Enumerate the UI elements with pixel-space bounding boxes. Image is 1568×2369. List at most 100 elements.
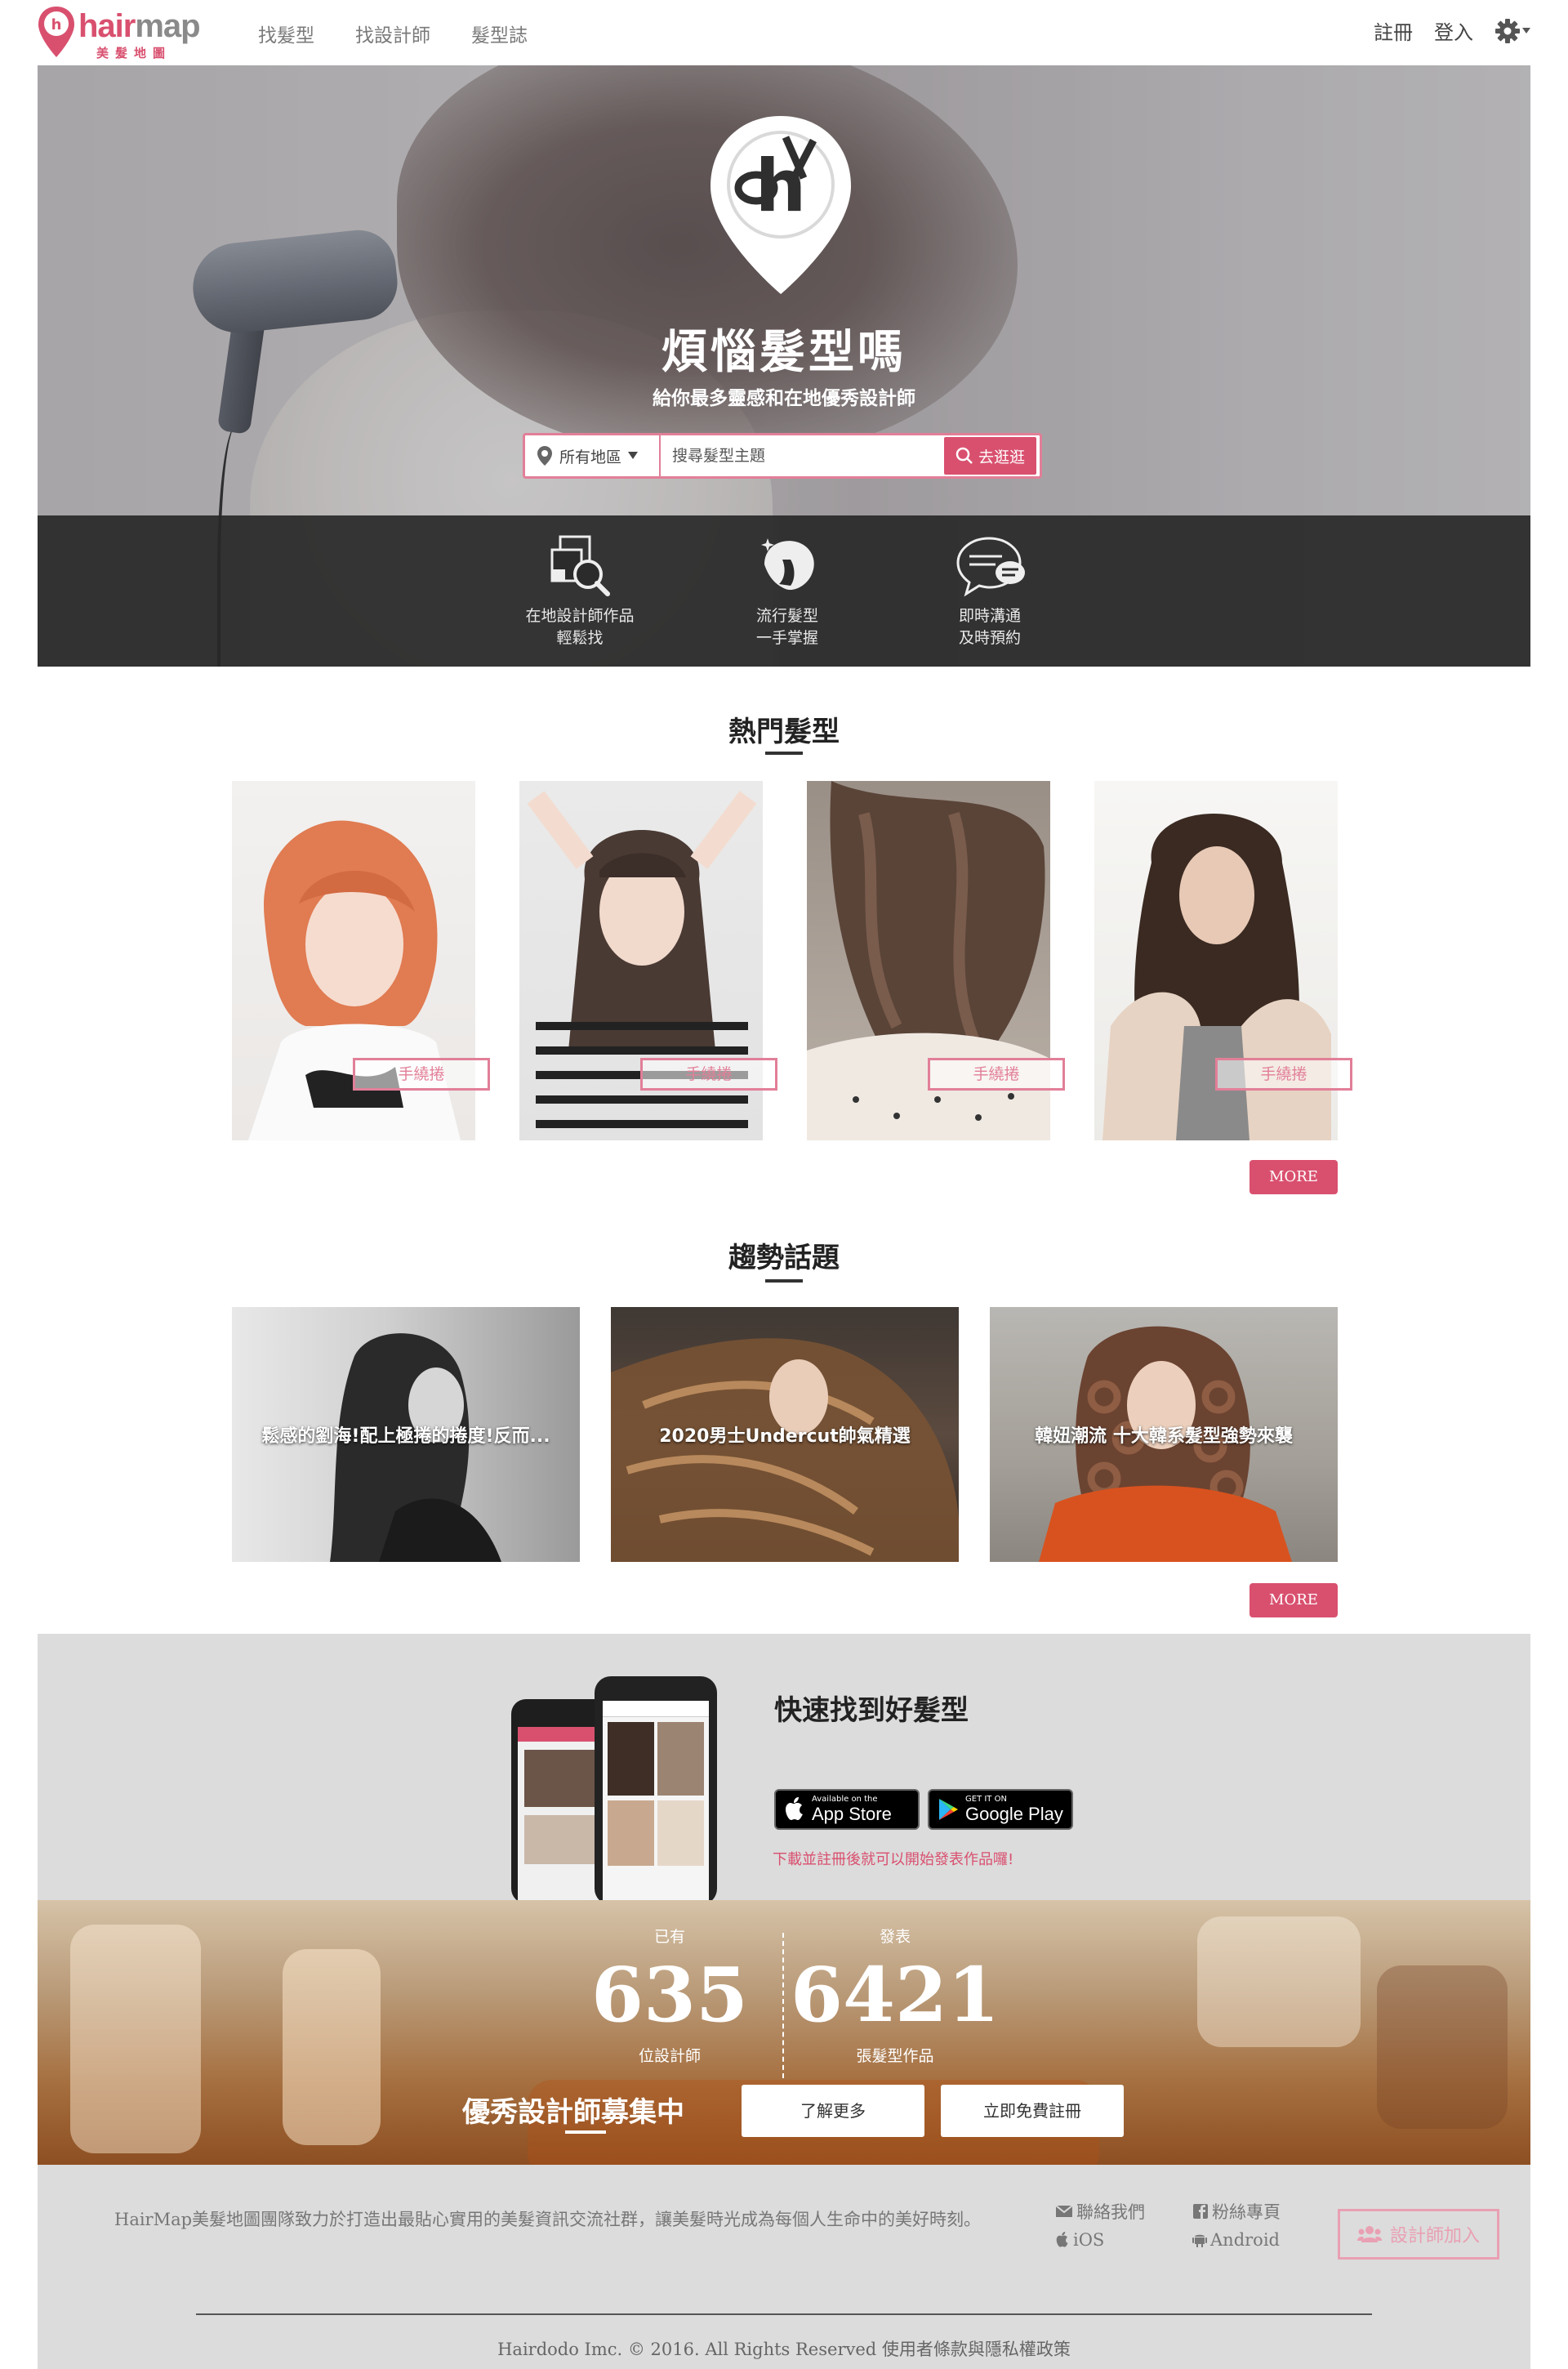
designers-suffix: 位設計師 bbox=[638, 2047, 701, 2065]
works-prefix: 發表 bbox=[879, 1928, 911, 1946]
search-icon bbox=[956, 447, 973, 464]
android-link[interactable]: Android bbox=[1192, 2230, 1280, 2250]
contact-us-label: 聯絡我們 bbox=[1076, 2202, 1145, 2222]
footer-divider bbox=[196, 2313, 1372, 2315]
feature-trending-styles-line2: 一手掌握 bbox=[755, 629, 818, 647]
app-download-note: 下載並註冊後就可以開始發表作品囉! bbox=[773, 1851, 1014, 1868]
app-store-big: App Store bbox=[812, 1804, 892, 1824]
feature-instant-booking: 即時溝通 及時預約 bbox=[908, 532, 1071, 649]
hairmap-logo[interactable]: h hairmap 美髮地圖 bbox=[36, 5, 224, 60]
google-play-icon bbox=[939, 1799, 958, 1820]
users-icon bbox=[1356, 2226, 1382, 2242]
register-link[interactable]: 註冊 bbox=[1374, 16, 1413, 45]
nav-find-hairstyle[interactable]: 找髮型 bbox=[258, 20, 314, 47]
main-nav: 找髮型 找設計師 髮型誌 bbox=[258, 20, 528, 47]
phone-mockup-front bbox=[595, 1676, 717, 1905]
region-dropdown[interactable]: 所有地區 bbox=[525, 435, 661, 476]
app-section-title: 快速找到好髮型 bbox=[774, 1694, 969, 1727]
search-bar: 所有地區 去逛逛 bbox=[523, 433, 1042, 479]
bg-blur-shape bbox=[1197, 1916, 1361, 2047]
envelope-icon bbox=[1055, 2205, 1073, 2217]
apple-icon bbox=[786, 1797, 803, 1820]
logo-subtitle: 美髮地圖 bbox=[96, 46, 172, 60]
svg-text:h: h bbox=[51, 16, 62, 33]
nav-magazine[interactable]: 髮型誌 bbox=[471, 20, 528, 47]
recruit-heading: 優秀設計師募集中 bbox=[462, 2096, 684, 2129]
topic-title-2: 2020男士Undercut帥氣精選 bbox=[659, 1426, 911, 1447]
apple-icon bbox=[1056, 2232, 1068, 2247]
search-button-label: 去逛逛 bbox=[978, 448, 1025, 466]
topics-more-button[interactable]: MORE bbox=[1250, 1583, 1338, 1617]
feature-trending-styles: 流行髮型 一手掌握 bbox=[706, 532, 869, 649]
chat-bubble-icon bbox=[956, 537, 1025, 597]
ios-link[interactable]: iOS bbox=[1055, 2230, 1104, 2250]
hairstyle-search-input[interactable] bbox=[661, 435, 944, 476]
caret-down-icon bbox=[1522, 27, 1530, 33]
hero-pin-logo-icon: h bbox=[710, 116, 851, 294]
recruit-underline bbox=[565, 2130, 606, 2134]
android-icon bbox=[1192, 2234, 1207, 2247]
hot-style-tag-3[interactable]: 手繞捲 bbox=[928, 1058, 1065, 1091]
app-store-button[interactable]: Available on the App Store bbox=[774, 1789, 920, 1830]
hairstyle-head-icon bbox=[761, 538, 814, 591]
free-register-button[interactable]: 立即免費註冊 bbox=[941, 2085, 1124, 2137]
android-label: Android bbox=[1210, 2230, 1280, 2250]
feature-trending-styles-line1: 流行髮型 bbox=[755, 607, 818, 625]
login-link[interactable]: 登入 bbox=[1434, 16, 1473, 45]
google-play-button[interactable]: GET IT ON Google Play bbox=[928, 1789, 1073, 1830]
topic-card-1[interactable]: 鬆感的劉海!配上極捲的捲度!反而... bbox=[232, 1307, 580, 1562]
bg-blur-shape bbox=[1377, 1965, 1508, 2129]
topic-title-1: 鬆感的劉海!配上極捲的捲度!反而... bbox=[261, 1426, 550, 1447]
works-suffix: 張髮型作品 bbox=[856, 2047, 934, 2065]
fanpage-link[interactable]: 粉絲專頁 bbox=[1192, 2199, 1281, 2224]
topics-title: 趨勢話題 bbox=[728, 1242, 840, 1274]
hot-style-tag-4[interactable]: 手繞捲 bbox=[1215, 1058, 1352, 1091]
bg-blur-shape bbox=[70, 1925, 201, 2153]
feature-find-works-line1: 在地設計師作品 bbox=[525, 607, 635, 625]
works-count: 6421 bbox=[790, 1951, 1000, 2039]
hot-style-tag-2[interactable]: 手繞捲 bbox=[640, 1058, 777, 1091]
caret-down-icon bbox=[628, 452, 639, 459]
topic-card-3[interactable]: 韓妞潮流 十大韓系髮型強勢來襲 bbox=[990, 1307, 1338, 1562]
hot-style-tag-1[interactable]: 手繞捲 bbox=[353, 1058, 490, 1091]
nav-find-designer[interactable]: 找設計師 bbox=[355, 20, 430, 47]
search-works-icon bbox=[550, 535, 610, 596]
bg-blur-shape bbox=[283, 1949, 381, 2145]
designers-prefix: 已有 bbox=[653, 1928, 685, 1946]
feature-instant-booking-line1: 即時溝通 bbox=[958, 607, 1021, 625]
designer-join-button[interactable]: 設計師加入 bbox=[1338, 2209, 1499, 2260]
app-download-section: 快速找到好髮型 Available on the App Store GET I… bbox=[38, 1634, 1530, 1905]
search-button[interactable]: 去逛逛 bbox=[943, 437, 1036, 475]
logo-pin-icon: h bbox=[38, 7, 74, 57]
designers-count: 635 bbox=[590, 1951, 749, 2039]
facebook-icon bbox=[1193, 2204, 1208, 2219]
designer-stats-section: 已有 635 位設計師 發表 6421 張髮型作品 優秀設計師募集中 了解更多 … bbox=[38, 1900, 1530, 2165]
svg-text:h: h bbox=[755, 144, 807, 228]
hot-styles-underline bbox=[765, 752, 803, 755]
feature-find-works: 在地設計師作品 輕鬆找 bbox=[498, 532, 662, 649]
hot-styles-more-button[interactable]: MORE bbox=[1250, 1160, 1338, 1194]
location-pin-icon bbox=[537, 446, 552, 466]
hero-subtitle: 給你最多靈感和在地優秀設計師 bbox=[653, 388, 915, 409]
topic-card-2[interactable]: 2020男士Undercut帥氣精選 bbox=[611, 1307, 959, 1562]
feature-instant-booking-line2: 及時預約 bbox=[958, 629, 1021, 647]
settings-dropdown[interactable] bbox=[1494, 18, 1530, 44]
topic-title-3: 韓妞潮流 十大韓系髮型強勢來襲 bbox=[1035, 1426, 1293, 1447]
contact-us-link[interactable]: 聯絡我們 bbox=[1055, 2199, 1145, 2224]
copyright-text: Hairdodo Imc. © 2016. All Rights Reserve… bbox=[497, 2340, 1071, 2359]
fanpage-label: 粉絲專頁 bbox=[1212, 2202, 1281, 2222]
region-label: 所有地區 bbox=[559, 448, 622, 466]
designer-join-label: 設計師加入 bbox=[1389, 2226, 1480, 2246]
top-navbar: h hairmap 美髮地圖 找髮型 找設計師 髮型誌 註冊 登入 bbox=[0, 0, 1568, 65]
hero-title: 煩惱髮型嗎 bbox=[662, 326, 906, 379]
learn-more-button[interactable]: 了解更多 bbox=[742, 2085, 924, 2137]
feature-bar: 在地設計師作品 輕鬆找 流行髮型 一手掌握 即時溝通 及時預約 bbox=[38, 515, 1530, 667]
site-footer: HairMap美髮地圖團隊致力於打造出最貼心實用的美髮資訊交流社群，讓美髮時光成… bbox=[38, 2165, 1530, 2369]
stats-divider bbox=[782, 1933, 784, 2078]
google-play-big: Google Play bbox=[965, 1804, 1063, 1824]
gear-icon bbox=[1495, 18, 1520, 43]
nav-account: 註冊 登入 bbox=[1374, 16, 1530, 45]
feature-find-works-line2: 輕鬆找 bbox=[556, 629, 604, 647]
footer-about-text: HairMap美髮地圖團隊致力於打造出最貼心實用的美髮資訊交流社群，讓美髮時光成… bbox=[114, 2210, 982, 2229]
logo-wordmark: hairmap bbox=[78, 8, 201, 44]
